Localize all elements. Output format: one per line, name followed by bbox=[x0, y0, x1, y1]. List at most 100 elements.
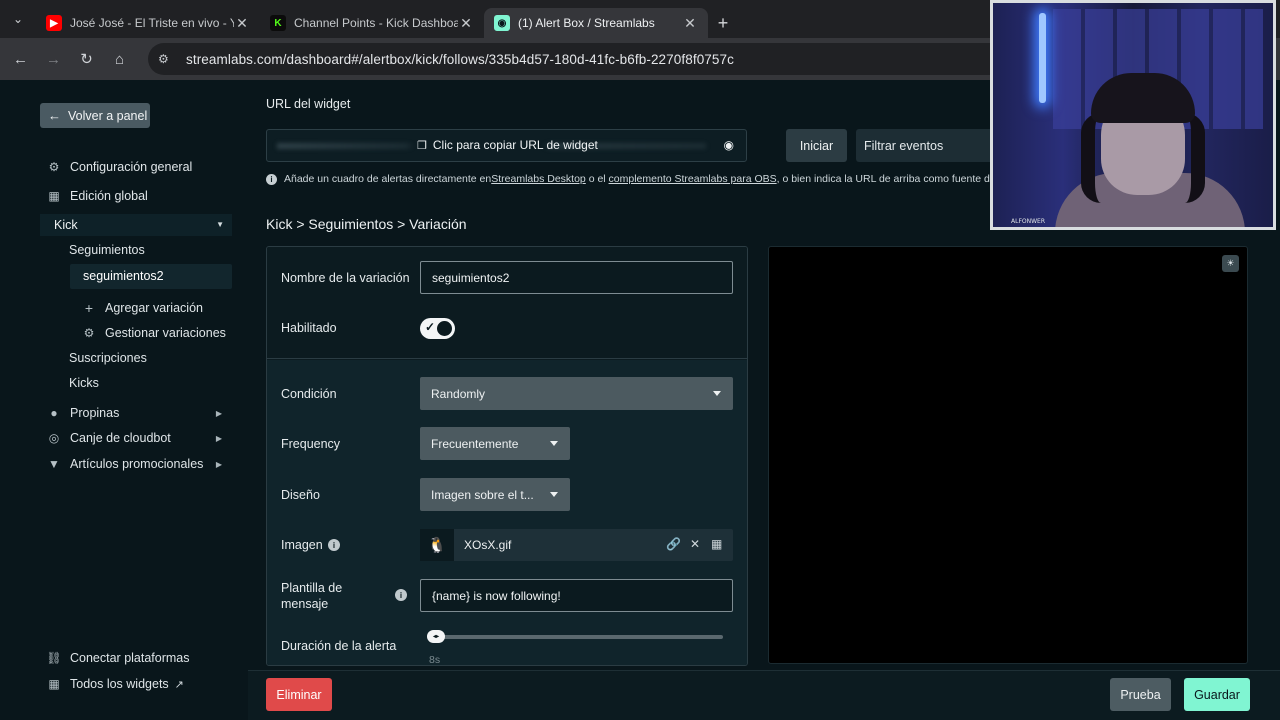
browser-tab-streamlabs[interactable]: ◉ (1) Alert Box / Streamlabs ✕ bbox=[484, 8, 708, 38]
variation-name-input[interactable]: seguimientos2 bbox=[420, 261, 733, 294]
obs-plugin-link[interactable]: complemento Streamlabs para OBS bbox=[609, 173, 777, 185]
close-icon[interactable]: ✕ bbox=[458, 15, 474, 32]
start-button[interactable]: Iniciar bbox=[786, 129, 847, 162]
chevron-down-icon: ▼ bbox=[216, 220, 224, 229]
filter-events-input[interactable]: Filtrar eventos bbox=[856, 129, 996, 162]
browser-tab-kick[interactable]: K Channel Points - Kick Dashboard ✕ bbox=[260, 8, 484, 38]
new-tab-button[interactable]: + bbox=[708, 8, 738, 38]
gear-icon: ⚙ bbox=[48, 160, 60, 174]
brightness-icon[interactable]: ☀ bbox=[1222, 255, 1239, 272]
copy-widget-url-button[interactable]: ❐ Clic para copiar URL de widget bbox=[417, 138, 598, 152]
gear-icon: ⚙ bbox=[83, 326, 95, 340]
condition-value: Randomly bbox=[431, 386, 486, 401]
enabled-toggle[interactable]: ✓ bbox=[420, 318, 455, 339]
sidebar-item-label: Agregar variación bbox=[105, 301, 203, 315]
frequency-label: Frequency bbox=[281, 437, 341, 451]
sidebar-item-label: Gestionar variaciones bbox=[105, 326, 226, 340]
grid-icon: ▦ bbox=[48, 189, 60, 203]
message-template-label: Plantilla de mensaje bbox=[281, 581, 343, 611]
condition-select[interactable]: Randomly bbox=[420, 377, 733, 410]
tab-search-button[interactable]: ⌄ bbox=[0, 0, 36, 38]
chevron-down-icon bbox=[713, 390, 721, 396]
sidebar-item-general-settings[interactable]: ⚙ Configuración general bbox=[47, 160, 193, 174]
sidebar-item-subscriptions[interactable]: Suscripciones bbox=[69, 351, 147, 365]
add-variation-button[interactable]: + Agregar variación bbox=[82, 300, 203, 316]
webcam-light bbox=[1039, 13, 1046, 103]
sidebar-item-kicks[interactable]: Kicks bbox=[69, 376, 99, 390]
arrow-left-icon: ← bbox=[48, 108, 61, 123]
sidebar-item-tips[interactable]: ● Propinas ▶ bbox=[47, 406, 222, 420]
link-icon[interactable]: 🔗 bbox=[666, 537, 681, 551]
delete-button[interactable]: Eliminar bbox=[266, 678, 332, 711]
forward-arrow-icon[interactable]: → bbox=[37, 38, 70, 80]
sidebar-item-label: Suscripciones bbox=[69, 351, 147, 365]
connect-platforms-link[interactable]: ⛓ Conectar plataformas bbox=[46, 651, 189, 665]
save-button[interactable]: Guardar bbox=[1184, 678, 1250, 711]
sidebar-item-follows[interactable]: Seguimientos bbox=[69, 243, 145, 257]
browser-tab-youtube[interactable]: ▶ José José - El Triste en vivo - YouTub… bbox=[36, 8, 260, 38]
sidebar-item-label: Seguimientos bbox=[69, 243, 145, 257]
media-gallery-icon[interactable]: ▦ bbox=[711, 537, 722, 551]
sidebar-item-label: Edición global bbox=[70, 189, 148, 203]
info-suffix: , o bien indica la URL de arriba como fu… bbox=[776, 173, 990, 185]
remove-icon[interactable]: ✕ bbox=[690, 537, 700, 551]
sidebar-item-kick[interactable]: Kick ▼ bbox=[40, 214, 232, 236]
sidebar-item-label: Canje de cloudbot bbox=[70, 431, 171, 445]
slider-handle[interactable]: ◂▸ bbox=[427, 630, 445, 643]
sidebar-item-label: Propinas bbox=[70, 406, 120, 420]
sidebar-item-label: Kick bbox=[54, 218, 78, 232]
close-icon[interactable]: ✕ bbox=[682, 15, 698, 32]
widgets-icon: ▦ bbox=[48, 677, 60, 691]
reload-icon[interactable]: ↻ bbox=[70, 38, 103, 80]
back-arrow-icon[interactable]: ← bbox=[4, 38, 37, 80]
copy-icon: ❐ bbox=[417, 139, 427, 152]
enabled-label: Habilitado bbox=[281, 321, 337, 335]
design-value: Imagen sobre el t... bbox=[431, 487, 534, 502]
widget-url-label: URL del widget bbox=[266, 97, 351, 111]
image-picker[interactable]: 🐧 XOsX.gif 🔗 ✕ ▦ bbox=[420, 529, 733, 561]
breadcrumb: Kick > Seguimientos > Variación bbox=[266, 216, 467, 232]
sidebar-item-label: Kicks bbox=[69, 376, 99, 390]
action-footer: Eliminar Prueba Guardar bbox=[248, 670, 1280, 720]
widget-url-field[interactable]: ❐ Clic para copiar URL de widget ◉ bbox=[266, 129, 747, 162]
eye-icon[interactable]: ◉ bbox=[724, 138, 734, 152]
info-prefix: Añade un cuadro de alertas directamente … bbox=[284, 173, 492, 185]
sidebar-item-merch[interactable]: ▼ Artículos promocionales ▶ bbox=[47, 457, 222, 471]
test-button[interactable]: Prueba bbox=[1110, 678, 1171, 711]
all-widgets-link[interactable]: ▦ Todos los widgets ↗ bbox=[47, 677, 184, 691]
webcam-person-hat bbox=[1091, 73, 1195, 123]
variation-name-value: seguimientos2 bbox=[432, 270, 510, 285]
shirt-icon: ▼ bbox=[48, 457, 60, 471]
alert-duration-slider[interactable]: ◂▸ bbox=[427, 630, 723, 643]
back-label: Volver a panel bbox=[68, 108, 148, 123]
sidebar-item-label: Configuración general bbox=[70, 160, 193, 174]
frequency-select[interactable]: Frecuentemente bbox=[420, 427, 570, 460]
variation-name-label: Nombre de la variación bbox=[281, 271, 410, 285]
manage-variations-button[interactable]: ⚙ Gestionar variaciones bbox=[82, 326, 226, 340]
alert-duration-label: Duración de la alerta bbox=[281, 639, 397, 653]
sidebar-item-variation-active[interactable]: seguimientos2 bbox=[70, 264, 232, 289]
message-template-input[interactable]: {name} is now following! bbox=[420, 579, 733, 612]
home-icon[interactable]: ⌂ bbox=[103, 38, 136, 80]
info-icon: i bbox=[266, 173, 277, 185]
webcam-watermark: ALFONWER bbox=[1011, 218, 1046, 225]
link-icon: ⛓ bbox=[46, 651, 62, 665]
info-icon[interactable]: i bbox=[328, 539, 340, 551]
back-to-panel-button[interactable]: ← Volver a panel bbox=[40, 103, 150, 128]
design-select[interactable]: Imagen sobre el t... bbox=[420, 478, 570, 511]
sidebar-item-label: Artículos promocionales bbox=[70, 457, 204, 471]
alert-duration-value: 8s bbox=[429, 654, 441, 666]
frequency-value: Frecuentemente bbox=[431, 436, 519, 451]
image-file-name: XOsX.gif bbox=[464, 538, 512, 552]
site-info-icon[interactable]: ⚙ bbox=[158, 52, 176, 66]
info-middle: o el bbox=[585, 173, 609, 185]
sidebar-item-cloudbot[interactable]: ◎ Canje de cloudbot ▶ bbox=[47, 431, 222, 445]
streamlabs-desktop-link[interactable]: Streamlabs Desktop bbox=[491, 173, 586, 185]
image-label: Imagen bbox=[281, 538, 323, 552]
close-icon[interactable]: ✕ bbox=[234, 15, 250, 32]
variation-settings-panel: Nombre de la variación seguimientos2 Hab… bbox=[266, 246, 748, 666]
info-icon[interactable]: i bbox=[395, 589, 407, 601]
sidebar-item-global-edit[interactable]: ▦ Edición global bbox=[47, 189, 148, 203]
external-link-icon: ↗ bbox=[174, 678, 184, 691]
filter-placeholder: Filtrar eventos bbox=[864, 138, 944, 153]
